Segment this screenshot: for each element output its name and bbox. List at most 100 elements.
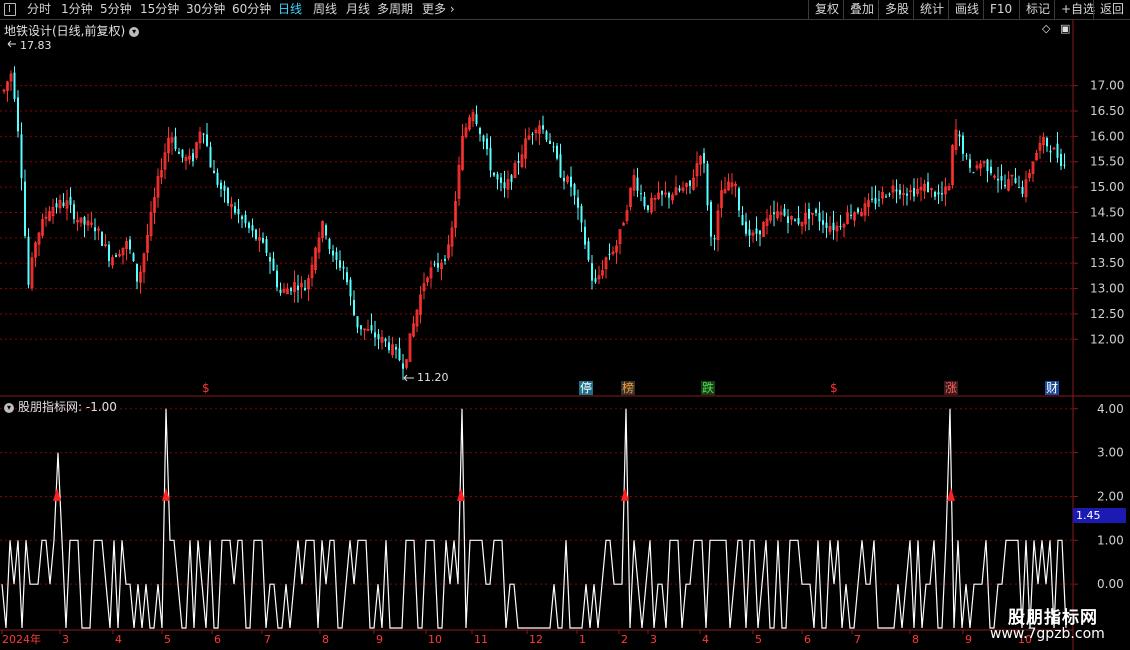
price-tick-label: 17.00 bbox=[1090, 79, 1124, 93]
candle-body bbox=[251, 225, 254, 231]
candle-body bbox=[741, 214, 744, 226]
candle-body bbox=[941, 193, 943, 195]
candle-body bbox=[290, 287, 292, 292]
candle-body bbox=[787, 216, 789, 223]
candle-body bbox=[482, 135, 485, 142]
time-tick-label: 3 bbox=[650, 633, 657, 646]
event-marker[interactable]: $ bbox=[201, 381, 211, 395]
indicator-value: : -1.00 bbox=[78, 400, 117, 414]
candle-body bbox=[706, 163, 709, 206]
candle-body bbox=[857, 208, 859, 213]
event-marker[interactable]: 跌 bbox=[701, 381, 716, 395]
candle-body bbox=[272, 258, 275, 271]
candle-body bbox=[822, 220, 824, 225]
price-tick-label: 15.00 bbox=[1090, 180, 1124, 194]
candle-body bbox=[101, 232, 103, 246]
diamond-icon[interactable]: ◇ bbox=[1042, 22, 1050, 35]
candle-body bbox=[244, 214, 247, 224]
candle-body bbox=[174, 136, 177, 150]
candle-body bbox=[395, 347, 397, 350]
candle-body bbox=[115, 254, 117, 258]
candle-body bbox=[276, 270, 278, 288]
candle-body bbox=[374, 332, 376, 338]
candle-body bbox=[234, 206, 236, 213]
indicator-tick-label: 2.00 bbox=[1097, 489, 1124, 503]
candle-body bbox=[332, 250, 334, 256]
candle-body bbox=[339, 260, 341, 268]
event-marker[interactable]: 停 bbox=[579, 381, 594, 395]
candle-body bbox=[584, 226, 586, 245]
candle-body bbox=[545, 131, 548, 140]
candle-body bbox=[132, 253, 135, 261]
candle-body bbox=[878, 199, 880, 201]
indicator-title: 股朋指标网 bbox=[18, 400, 79, 414]
panel-toggle-icon[interactable]: ▣ bbox=[1060, 22, 1070, 35]
watermark-title: 股朋指标网 bbox=[1008, 608, 1098, 628]
time-tick-label: 7 bbox=[854, 633, 861, 646]
candle-body bbox=[1046, 137, 1048, 147]
candle-body bbox=[713, 238, 716, 240]
chart-canvas[interactable]: 17.0016.5016.0015.5015.0014.5014.0013.50… bbox=[0, 0, 1130, 650]
event-marker[interactable]: $ bbox=[829, 381, 839, 395]
candle-body bbox=[304, 287, 306, 291]
candle-body bbox=[248, 222, 250, 229]
time-tick-label: 8 bbox=[912, 633, 919, 646]
candle-body bbox=[437, 263, 439, 268]
candle-body bbox=[871, 198, 873, 200]
candle-body bbox=[580, 206, 583, 223]
candle-body bbox=[69, 196, 72, 205]
candle-body bbox=[990, 166, 992, 174]
price-tick-label: 15.50 bbox=[1090, 155, 1124, 169]
time-tick-label: 4 bbox=[115, 633, 122, 646]
indicator-line bbox=[1, 408, 1067, 629]
candle-body bbox=[748, 229, 751, 236]
candle-body bbox=[773, 212, 775, 215]
candle-body bbox=[678, 188, 681, 191]
price-tick-label: 12.00 bbox=[1090, 332, 1124, 346]
candle-body bbox=[899, 189, 901, 195]
time-tick-label: 11 bbox=[474, 633, 488, 646]
chevron-down-icon[interactable]: ▾ bbox=[129, 26, 140, 37]
indicator-title-row: ▾ 股朋指标网: -1.00 bbox=[4, 398, 117, 415]
time-tick-label: 9 bbox=[376, 633, 383, 646]
candle-body bbox=[108, 244, 110, 261]
candle-body bbox=[24, 181, 26, 236]
candle-body bbox=[986, 159, 989, 172]
time-tick-label: 6 bbox=[214, 633, 221, 646]
candle-body bbox=[94, 227, 96, 232]
indicator-tick-label: 1.00 bbox=[1097, 533, 1124, 547]
candle-body bbox=[1004, 184, 1006, 187]
event-marker[interactable]: 涨 bbox=[944, 381, 959, 395]
price-tick-label: 16.00 bbox=[1090, 129, 1124, 143]
candle-body bbox=[1018, 187, 1020, 189]
candle-body bbox=[517, 160, 520, 163]
candle-body bbox=[689, 180, 691, 186]
candle-body bbox=[1056, 143, 1059, 158]
candle-body bbox=[181, 149, 184, 158]
candle-body bbox=[297, 285, 299, 291]
candle-body bbox=[1014, 177, 1017, 183]
candlestick-series bbox=[2, 66, 1066, 380]
candle-body bbox=[531, 133, 534, 135]
candle-body bbox=[832, 222, 835, 231]
time-tick-label: 12 bbox=[529, 633, 543, 646]
candle-body bbox=[570, 176, 572, 187]
candle-body bbox=[783, 208, 786, 216]
candle-body bbox=[220, 182, 222, 190]
candle-body bbox=[577, 197, 579, 208]
candle-body bbox=[178, 151, 180, 154]
candle-body bbox=[559, 154, 562, 178]
price-tick-label: 13.50 bbox=[1090, 256, 1124, 270]
event-marker[interactable]: 财 bbox=[1045, 381, 1060, 395]
watermark: 股朋指标网 www.7gpzb.com bbox=[988, 603, 1128, 647]
candle-body bbox=[962, 135, 964, 154]
low-price-label: 11.20 bbox=[417, 371, 449, 384]
candle-body bbox=[850, 214, 852, 216]
time-tick-label: 2024年 bbox=[2, 632, 41, 646]
event-marker[interactable]: 榜 bbox=[621, 381, 636, 395]
signal-arrow-icon bbox=[947, 487, 955, 501]
candle-body bbox=[1000, 175, 1003, 181]
chevron-down-icon[interactable]: ▾ bbox=[4, 402, 14, 413]
candle-body bbox=[503, 182, 506, 189]
candle-body bbox=[475, 114, 478, 125]
